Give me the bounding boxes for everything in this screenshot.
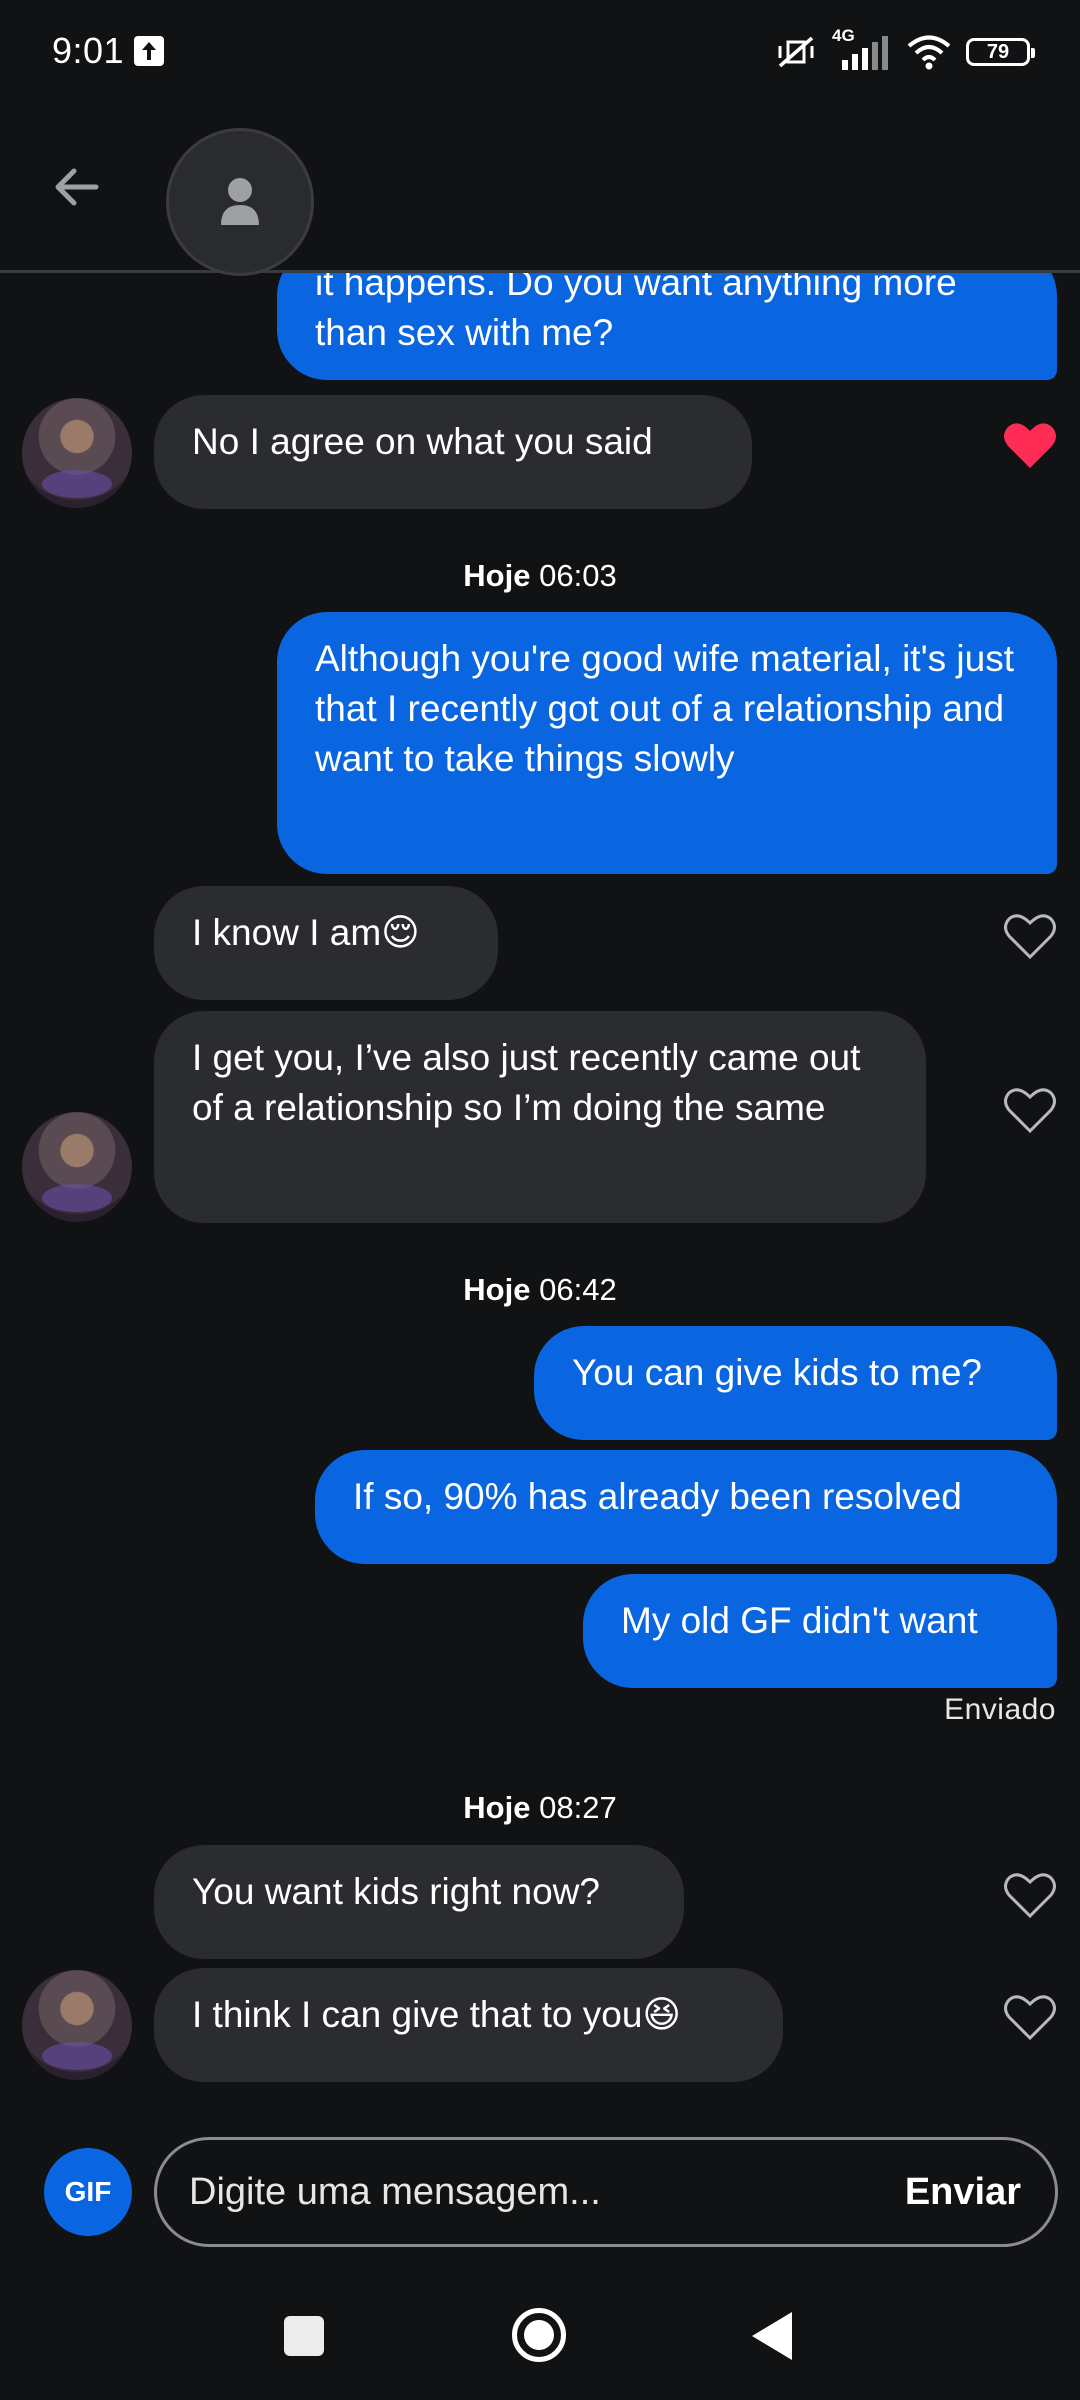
timestamp-divider: Hoje 06:42 — [0, 1272, 1080, 1308]
heart-outline-icon[interactable] — [1002, 1992, 1058, 2042]
signal-icon — [842, 36, 888, 70]
heart-outline-icon[interactable] — [1002, 1085, 1058, 1135]
timestamp-day: Hoje — [463, 1790, 531, 1825]
message-received[interactable]: No I agree on what you said — [154, 395, 752, 509]
contact-photo[interactable] — [22, 1112, 132, 1222]
home-button[interactable] — [512, 2308, 566, 2362]
message-text: If so, 90% has already been resolved — [353, 1476, 962, 1517]
timestamp-day: Hoje — [463, 558, 531, 593]
message-text: No I agree on what you said — [192, 421, 653, 462]
contact-avatar[interactable] — [166, 128, 314, 276]
back-nav-button[interactable] — [752, 2312, 792, 2360]
mute-vibrate-icon — [778, 36, 814, 68]
message-sent[interactable]: Although you're good wife material, it's… — [277, 612, 1057, 874]
message-text: You want kids right now? — [192, 1871, 600, 1912]
recents-button[interactable] — [284, 2316, 324, 2356]
message-text: You can give kids to me? — [572, 1352, 982, 1393]
back-button[interactable] — [40, 150, 114, 224]
upload-notification-icon — [134, 36, 164, 66]
send-button[interactable]: Enviar — [905, 2171, 1021, 2214]
delivery-status: Enviado — [944, 1693, 1056, 1726]
status-bar: 9:01 4G 79 — [0, 0, 1080, 100]
heart-liked-icon[interactable] — [1002, 420, 1058, 470]
chat-screen: 9:01 4G 79 it happens. Do you want anyth… — [0, 0, 1080, 2400]
contact-photo[interactable] — [22, 398, 132, 508]
status-icons: 4G 79 — [774, 26, 1035, 74]
system-nav-bar — [0, 2280, 1080, 2400]
message-composer: Enviar — [154, 2137, 1058, 2247]
message-text: it happens. Do you want anything more th… — [315, 262, 957, 353]
battery-level: 79 — [986, 40, 1010, 63]
message-sent[interactable]: If so, 90% has already been resolved — [315, 1450, 1057, 1564]
message-text: Although you're good wife material, it's… — [315, 638, 1014, 779]
arrow-left-icon — [55, 168, 99, 206]
message-received[interactable]: I know I am😌 — [154, 886, 498, 1000]
message-received[interactable]: You want kids right now? — [154, 1845, 684, 1959]
heart-outline-icon[interactable] — [1002, 911, 1058, 961]
person-icon — [221, 178, 259, 225]
signal-block: 4G — [832, 26, 892, 72]
timestamp-day: Hoje — [463, 1272, 531, 1307]
message-input[interactable] — [187, 2169, 831, 2215]
message-sent[interactable]: My old GF didn't want — [583, 1574, 1057, 1688]
message-sent[interactable]: You can give kids to me? — [534, 1326, 1057, 1440]
chat-header — [0, 100, 1080, 276]
status-time: 9:01 — [52, 30, 125, 71]
timestamp-time: 06:03 — [539, 558, 617, 593]
message-text: My old GF didn't want — [621, 1600, 978, 1641]
battery-icon: 79 — [966, 38, 1035, 66]
message-text: I know I am😌 — [192, 912, 420, 953]
timestamp-divider: Hoje 08:27 — [0, 1790, 1080, 1826]
message-text: I think I can give that to you😆 — [192, 1994, 682, 2035]
gif-button[interactable]: GIF — [44, 2148, 132, 2236]
message-text: I get you, I’ve also just recently came … — [192, 1037, 861, 1128]
timestamp-time: 08:27 — [539, 1790, 617, 1825]
message-received[interactable]: I think I can give that to you😆 — [154, 1968, 783, 2082]
heart-outline-icon[interactable] — [1002, 1870, 1058, 1920]
message-received[interactable]: I get you, I’ve also just recently came … — [154, 1011, 926, 1223]
timestamp-divider: Hoje 06:03 — [0, 558, 1080, 594]
timestamp-time: 06:42 — [539, 1272, 617, 1307]
wifi-icon — [907, 35, 951, 70]
contact-photo[interactable] — [22, 1970, 132, 2080]
